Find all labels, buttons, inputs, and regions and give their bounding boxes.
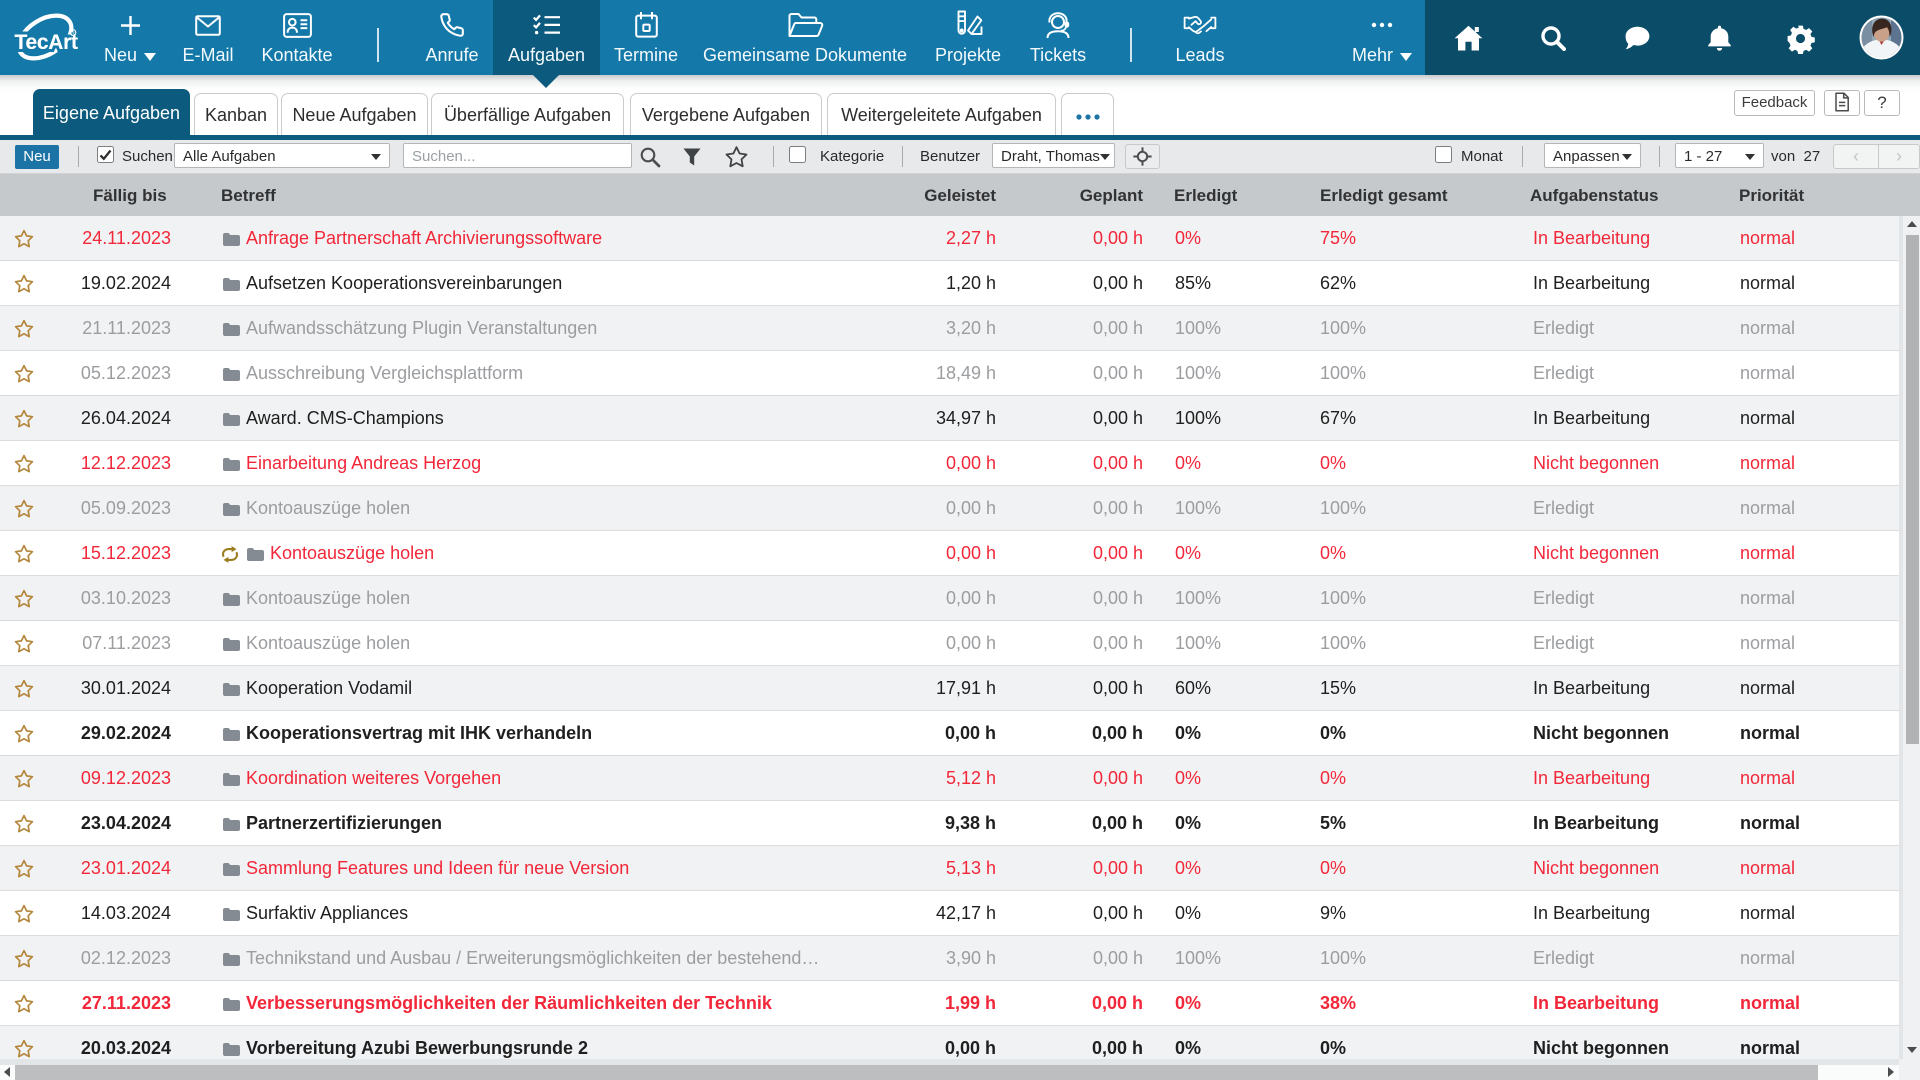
svg-text:TecArt: TecArt xyxy=(15,31,78,54)
svg-text:R: R xyxy=(71,31,75,37)
